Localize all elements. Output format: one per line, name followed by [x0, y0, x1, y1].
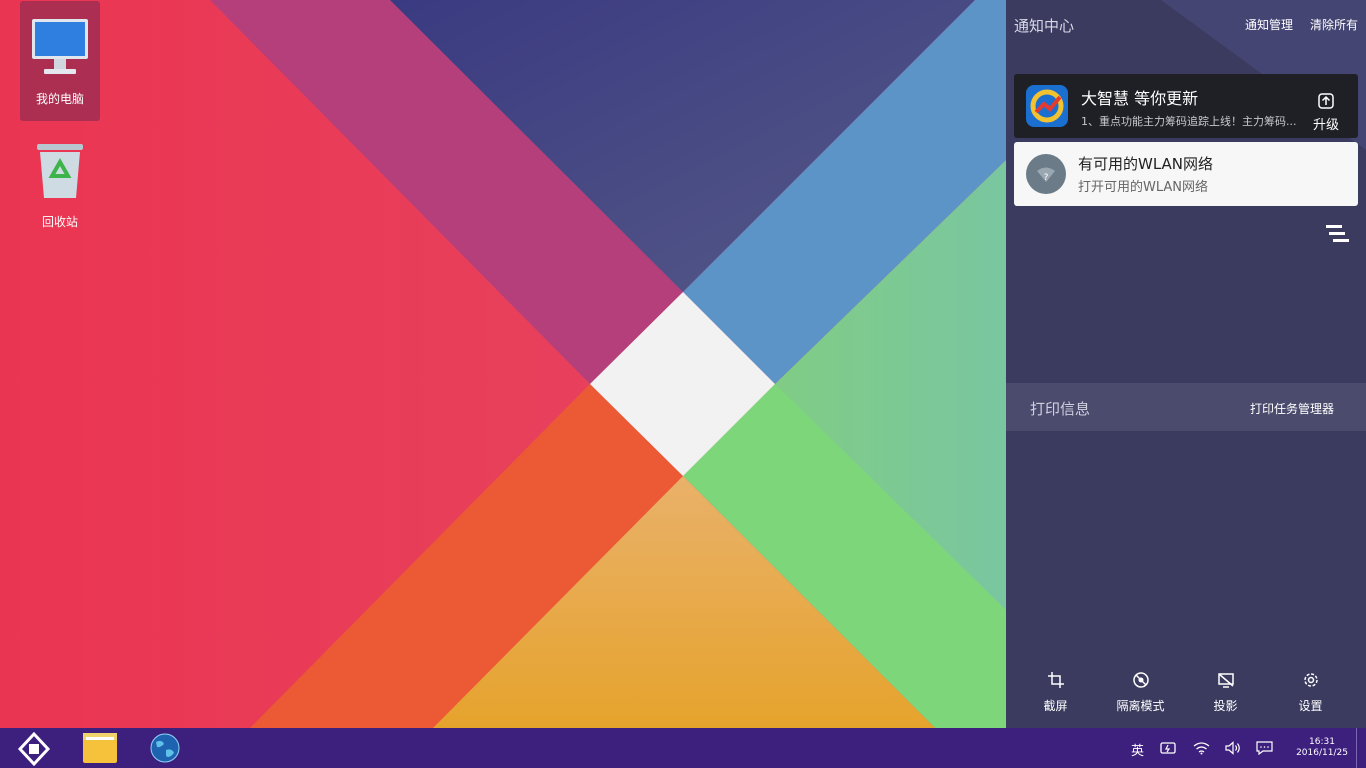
notification-manage-button[interactable]: 通知管理	[1245, 16, 1293, 33]
notification-card-dazhihui[interactable]: 大智慧 等你更新 1、重点功能主力筹码追踪上线！主力筹码... 升级	[1014, 74, 1358, 138]
desktop-icon-recycle-bin[interactable]: 回收站	[20, 124, 100, 244]
desktop-icon-label: 我的电脑	[35, 92, 84, 106]
upgrade-label: 升级	[1312, 118, 1339, 133]
isolation-icon	[1133, 672, 1149, 688]
taskbar-browser[interactable]	[146, 728, 186, 768]
notification-center-header: 通知中心 通知管理 清除所有	[1006, 0, 1366, 48]
notification-title: 有可用的WLAN网络	[1078, 155, 1214, 173]
gear-icon	[1304, 673, 1318, 687]
notification-text: 1、重点功能主力筹码追踪上线！主力筹码...	[1081, 115, 1297, 128]
clock-date: 2016/11/25	[1296, 748, 1348, 758]
quick-action-label: 截屏	[1043, 699, 1068, 713]
notification-center-panel: 通知中心 通知管理 清除所有 大智慧 等你更新 1、重点功能主力筹码追踪上线！主…	[1006, 0, 1366, 728]
file-manager-icon	[83, 733, 117, 763]
desktop-icon-my-computer[interactable]: 我的电脑	[20, 1, 100, 121]
quick-action-screenshot[interactable]: 截屏	[1013, 640, 1098, 728]
desktop-icon-label: 回收站	[41, 215, 78, 229]
wifi-question-icon: ?	[1026, 154, 1066, 194]
projection-icon	[1218, 673, 1234, 688]
taskbar-clock[interactable]: 16:31 2016/11/25	[1284, 737, 1360, 759]
wifi-icon[interactable]	[1193, 741, 1210, 755]
show-desktop-divider	[1356, 728, 1357, 768]
quick-action-isolation-mode[interactable]: 隔离模式	[1098, 640, 1183, 728]
dazhihui-app-icon	[1026, 85, 1068, 127]
notification-center-icon[interactable]	[1256, 741, 1273, 755]
computer-icon	[32, 19, 88, 74]
battery-icon[interactable]	[1160, 741, 1177, 755]
quick-action-projection[interactable]: 投影	[1183, 640, 1268, 728]
quick-action-label: 设置	[1298, 699, 1323, 713]
notification-title: 大智慧 等你更新	[1081, 89, 1199, 108]
crop-icon	[1048, 672, 1064, 688]
start-icon	[17, 732, 51, 766]
quick-action-settings[interactable]: 设置	[1268, 640, 1353, 728]
ime-indicator[interactable]: 英	[1131, 740, 1144, 759]
notification-center-title: 通知中心	[1014, 17, 1075, 35]
print-info-section: 打印信息 打印任务管理器	[1006, 383, 1366, 431]
quick-action-label: 投影	[1213, 699, 1238, 713]
upgrade-icon	[1318, 93, 1334, 109]
notification-text: 打开可用的WLAN网络	[1078, 180, 1209, 195]
notification-card-wlan[interactable]: ? 有可用的WLAN网络 打开可用的WLAN网络	[1014, 142, 1358, 206]
volume-icon[interactable]	[1225, 741, 1242, 755]
print-task-manager-button[interactable]: 打印任务管理器	[1250, 400, 1334, 417]
svg-text:?: ?	[1044, 173, 1049, 183]
taskbar: 英 16:31 2016/11/25	[0, 728, 1366, 768]
quick-action-label: 隔离模式	[1116, 699, 1165, 713]
browser-globe-icon	[150, 733, 180, 763]
upgrade-button[interactable]: 升级	[1302, 89, 1350, 133]
clear-all-button[interactable]: 清除所有	[1310, 16, 1358, 33]
clock-time: 16:31	[1309, 737, 1335, 747]
recycle-bin-icon	[37, 144, 83, 198]
taskbar-file-manager[interactable]	[80, 728, 120, 768]
collapse-stack-icon[interactable]	[1325, 223, 1351, 245]
start-button[interactable]	[14, 728, 54, 768]
print-info-title: 打印信息	[1030, 400, 1091, 418]
